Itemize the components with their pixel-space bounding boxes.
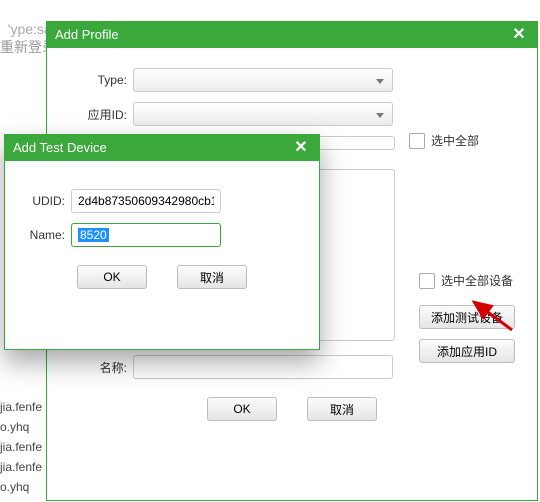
close-icon[interactable]: ✕ [509, 26, 529, 44]
profile-ok-button[interactable]: OK [207, 397, 277, 421]
profile-cancel-button[interactable]: 取消 [307, 397, 377, 421]
device-ok-button[interactable]: OK [77, 265, 147, 289]
add-profile-titlebar[interactable]: Add Profile ✕ [47, 22, 537, 48]
device-name-label: Name: [23, 228, 65, 242]
select-all-label: 选中全部 [431, 132, 479, 149]
select-all-checkbox[interactable] [409, 133, 425, 149]
profile-name-input[interactable] [133, 355, 393, 379]
app-id-label: 应用ID: [65, 106, 127, 123]
add-profile-title: Add Profile [55, 22, 119, 48]
udid-label: UDID: [23, 194, 65, 208]
select-all-devices-label: 选中全部设备 [441, 272, 513, 289]
list-item: o.yhq [0, 480, 29, 494]
add-test-device-title: Add Test Device [13, 135, 107, 161]
add-test-device-button[interactable]: 添加测试设备 [419, 305, 515, 329]
list-item: jia.fenfe [0, 460, 42, 474]
select-all-devices-checkbox[interactable] [419, 273, 435, 289]
close-icon[interactable]: ✕ [291, 139, 311, 157]
udid-input[interactable] [71, 189, 221, 213]
list-item: o.yhq [0, 420, 29, 434]
name-label: 名称: [65, 359, 127, 376]
device-name-input[interactable]: 8520 [71, 223, 221, 247]
device-cancel-button[interactable]: 取消 [177, 265, 247, 289]
add-test-device-titlebar[interactable]: Add Test Device ✕ [5, 135, 319, 161]
list-item: jia.fenfe [0, 440, 42, 454]
type-label: Type: [65, 73, 127, 87]
device-name-value: 8520 [78, 228, 109, 242]
type-select[interactable] [133, 68, 393, 92]
app-id-select[interactable] [133, 102, 393, 126]
add-app-id-button[interactable]: 添加应用ID [419, 339, 515, 363]
list-item: jia.fenfe [0, 400, 42, 414]
add-test-device-modal: Add Test Device ✕ UDID: Name: 8520 OK 取消 [4, 134, 320, 350]
